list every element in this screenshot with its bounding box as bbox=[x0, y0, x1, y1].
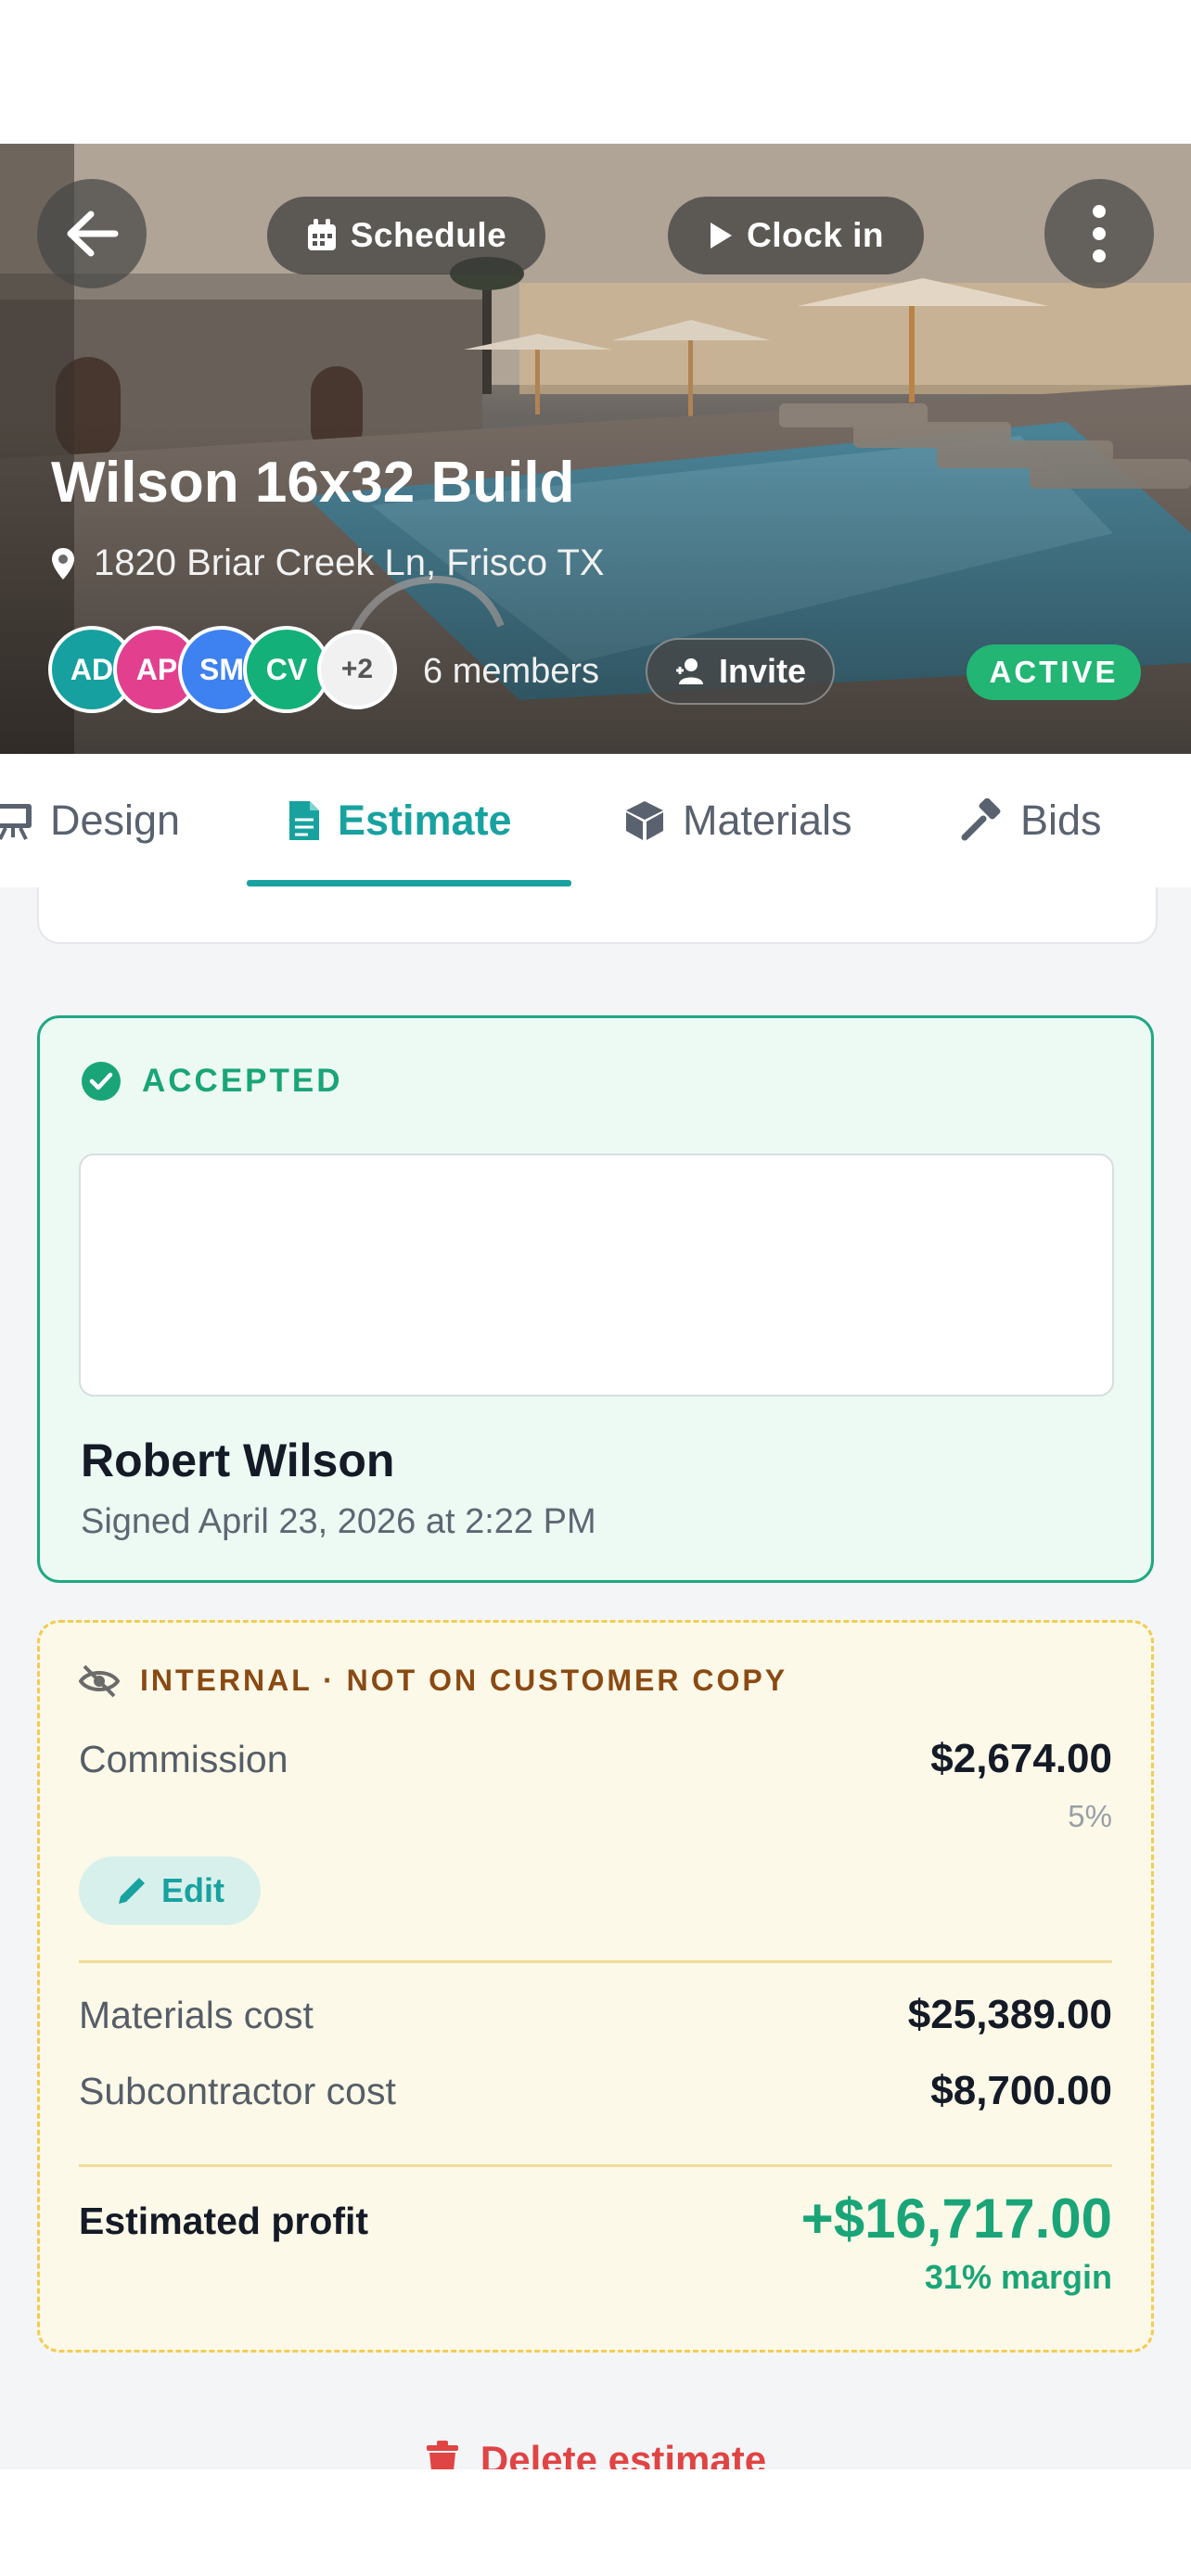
acceptance-card: ACCEPTED Robert Wilson Signed April 23, … bbox=[37, 1015, 1154, 1583]
play-icon bbox=[711, 223, 733, 249]
schedule-button[interactable]: Schedule bbox=[267, 197, 545, 274]
tab-estimate[interactable]: Estimate bbox=[288, 754, 512, 887]
materials-cost-label: Materials cost bbox=[79, 1994, 314, 2036]
trash-icon bbox=[426, 2441, 458, 2469]
signed-timestamp: Signed April 23, 2026 at 2:22 PM bbox=[81, 1502, 596, 1541]
clock-in-button[interactable]: Clock in bbox=[668, 197, 924, 274]
avatar-overflow-count: +2 bbox=[317, 630, 397, 709]
tab-label: Bids bbox=[1020, 797, 1102, 844]
signature-image bbox=[79, 1154, 1114, 1396]
tab-bar: Design Estimate Materials Bids bbox=[0, 754, 1191, 889]
project-address: 1820 Briar Creek Ln, Frisco TX bbox=[51, 542, 605, 584]
project-header: Schedule Clock in Wilson 16x32 Build 182… bbox=[0, 144, 1191, 754]
subcontractor-cost-label: Subcontractor cost bbox=[79, 2070, 396, 2112]
tab-materials[interactable]: Materials bbox=[623, 754, 852, 887]
project-title: Wilson 16x32 Build bbox=[51, 451, 575, 515]
estimated-profit-label: Estimated profit bbox=[79, 2200, 369, 2242]
calendar-icon bbox=[307, 219, 336, 250]
commission-value: $2,674.00 bbox=[930, 1736, 1112, 1781]
estimate-content: ACCEPTED Robert Wilson Signed April 23, … bbox=[0, 887, 1191, 2469]
commission-percent: 5% bbox=[1068, 1799, 1112, 1833]
status-badge: ACTIVE bbox=[967, 644, 1141, 700]
pencil-icon bbox=[119, 1878, 145, 1904]
document-icon bbox=[289, 801, 319, 840]
subcontractor-cost-value: $8,700.00 bbox=[930, 2068, 1112, 2113]
divider bbox=[79, 2164, 1112, 2167]
internal-heading: INTERNAL · NOT ON CUSTOMER COPY bbox=[79, 1664, 788, 1698]
schedule-label: Schedule bbox=[350, 216, 507, 254]
eye-slash-icon bbox=[79, 1664, 120, 1697]
tab-bids[interactable]: Bids bbox=[959, 754, 1102, 887]
members-count[interactable]: 6 members bbox=[423, 652, 599, 692]
tab-design[interactable]: Design bbox=[0, 754, 180, 887]
divider bbox=[79, 1960, 1112, 1963]
check-circle-icon bbox=[82, 1062, 121, 1101]
acceptance-status: ACCEPTED bbox=[81, 1061, 343, 1102]
commission-label: Commission bbox=[79, 1738, 288, 1780]
active-tab-indicator bbox=[247, 880, 571, 886]
invite-button[interactable]: Invite bbox=[646, 638, 835, 705]
tab-label: Estimate bbox=[338, 797, 512, 844]
edit-commission-button[interactable]: Edit bbox=[79, 1856, 261, 1925]
arrow-left-icon bbox=[67, 210, 119, 257]
internal-costs-card: INTERNAL · NOT ON CUSTOMER COPY Commissi… bbox=[37, 1620, 1154, 2353]
back-button[interactable] bbox=[37, 179, 147, 288]
hammer-icon bbox=[961, 798, 1001, 841]
previous-card bbox=[37, 887, 1158, 944]
edit-label: Edit bbox=[161, 1871, 224, 1909]
materials-cost-value: $25,389.00 bbox=[907, 1992, 1112, 2037]
internal-heading-text: INTERNAL · NOT ON CUSTOMER COPY bbox=[140, 1664, 788, 1697]
tab-label: Design bbox=[50, 797, 181, 844]
easel-icon bbox=[0, 804, 32, 840]
address-text: 1820 Briar Creek Ln, Frisco TX bbox=[94, 542, 605, 583]
profit-margin: 31% margin bbox=[924, 2258, 1112, 2296]
estimated-profit-value: +$16,717.00 bbox=[800, 2187, 1112, 2250]
clock-in-label: Clock in bbox=[747, 216, 884, 254]
tab-label: Materials bbox=[683, 797, 852, 844]
vertical-dots-icon bbox=[1093, 205, 1106, 262]
delete-estimate-button[interactable]: Delete estimate bbox=[0, 2438, 1191, 2469]
accepted-label: ACCEPTED bbox=[142, 1063, 343, 1099]
add-user-icon bbox=[675, 658, 703, 684]
cube-icon bbox=[626, 801, 663, 840]
delete-label: Delete estimate bbox=[480, 2438, 767, 2469]
location-pin-icon bbox=[52, 547, 74, 580]
signer-name: Robert Wilson bbox=[81, 1435, 395, 1486]
more-options-button[interactable] bbox=[1044, 179, 1154, 288]
invite-label: Invite bbox=[718, 652, 807, 690]
